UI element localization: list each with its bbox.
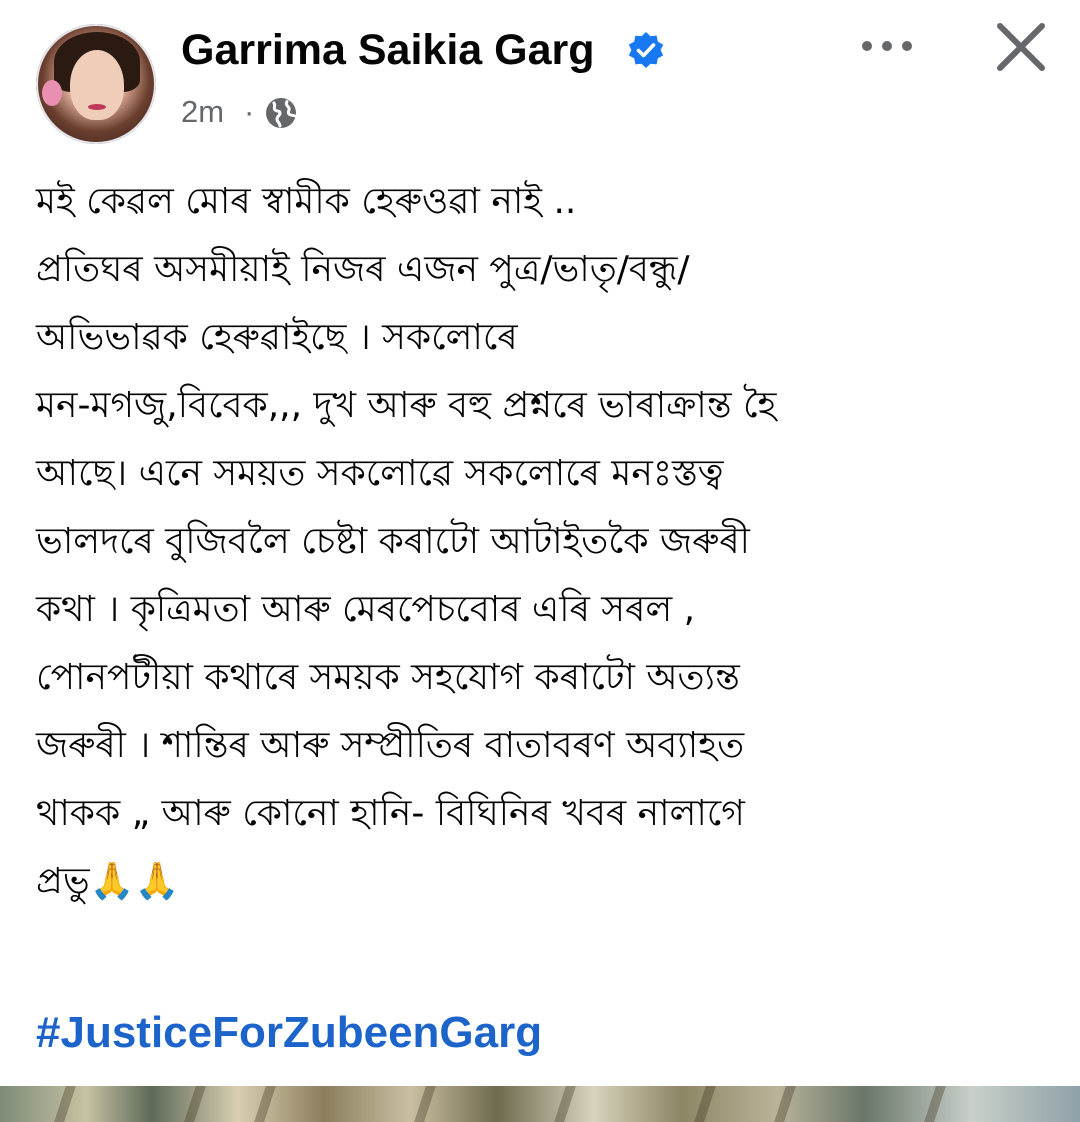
- author-name[interactable]: Garrima Saikia Garg: [181, 22, 595, 78]
- post-timestamp[interactable]: 2m: [181, 92, 224, 132]
- timestamp-separator: ·: [244, 94, 255, 129]
- post-image[interactable]: [0, 1086, 1080, 1122]
- avatar-flower: [42, 80, 62, 106]
- close-button[interactable]: [988, 14, 1054, 80]
- avatar-lips: [88, 104, 106, 110]
- hashtag-link[interactable]: #JusticeForZubeenGarg: [36, 1004, 542, 1062]
- author-avatar[interactable]: [36, 24, 156, 144]
- globe-icon[interactable]: [264, 96, 298, 130]
- verified-badge-icon: [628, 32, 664, 68]
- post-body-text: মই কেৱল মোৰ স্বামীক হেৰুওৱা নাই .. প্ৰতি…: [36, 181, 777, 902]
- post-header: Garrima Saikia Garg 2m ·: [0, 0, 1080, 150]
- more-options-button[interactable]: [852, 24, 922, 68]
